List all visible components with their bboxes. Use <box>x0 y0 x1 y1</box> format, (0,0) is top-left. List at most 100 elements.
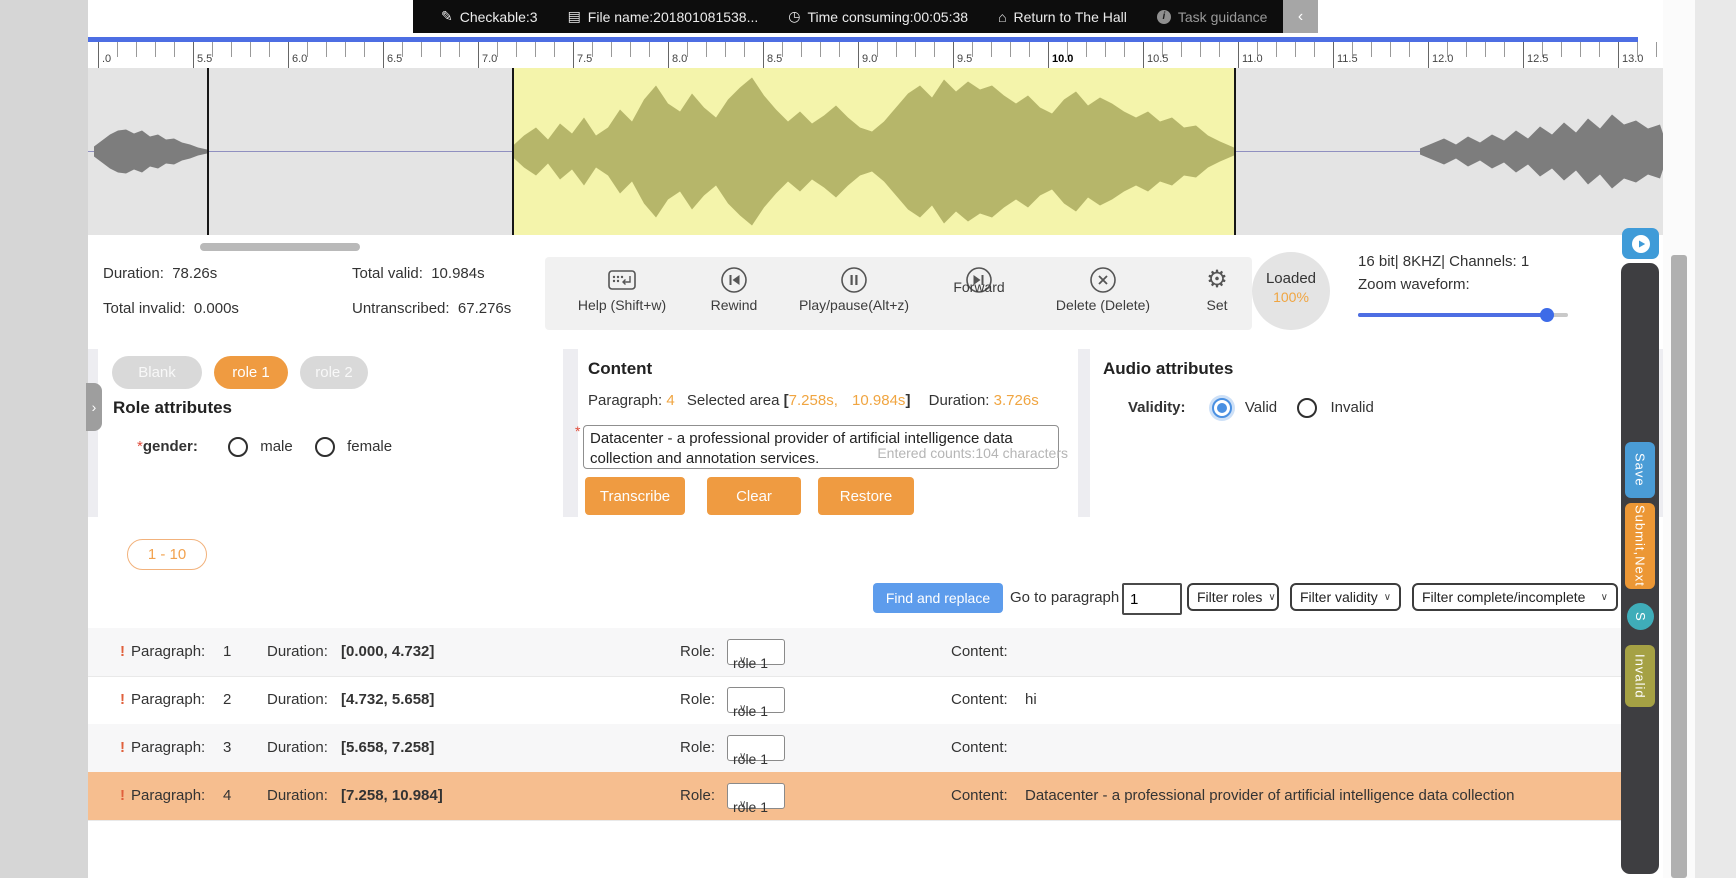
total-invalid-stat: Total invalid: 0.000s <box>103 300 239 317</box>
delete-icon <box>1038 265 1168 295</box>
slider-fill <box>1358 313 1547 317</box>
tab-role-2[interactable]: role 2 <box>300 356 368 389</box>
info-icon: i <box>1157 10 1171 24</box>
table-row-selected[interactable]: ! Paragraph:4 Duration:[7.258, 10.984] R… <box>88 772 1621 821</box>
role-select[interactable]: role 1∨ <box>727 783 785 809</box>
warning-mark: ! <box>120 643 125 660</box>
male-label: male <box>260 438 293 455</box>
audio-format-info: 16 bit| 8KHZ| Channels: 1 <box>1358 253 1529 270</box>
chevron-down-icon: ∨ <box>739 703 746 714</box>
save-button[interactable]: Save <box>1625 442 1655 498</box>
loaded-percent: 100% <box>1252 289 1330 305</box>
required-mark: * <box>575 423 580 439</box>
role-panel: Blank role 1 role 2 Role attributes *gen… <box>98 349 563 517</box>
warning-mark: ! <box>120 787 125 804</box>
panel-expander-tab[interactable]: › <box>86 383 102 431</box>
invalid-button[interactable]: Invalid <box>1625 645 1655 707</box>
time-consuming-status: ◷ Time consuming:00:05:38 <box>788 8 968 25</box>
zoom-waveform-slider[interactable] <box>1358 308 1568 322</box>
content-panel: Content Paragraph: 4 Selected area [7.25… <box>578 349 1078 517</box>
file-name-status: ▤ File name:201801081538... <box>568 8 759 25</box>
pagination-badge[interactable]: 1 - 10 <box>127 539 207 570</box>
desktop-background <box>1695 0 1736 878</box>
checkable-status: ✎ Checkable:3 <box>441 8 538 25</box>
task-guidance-link[interactable]: i Task guidance <box>1157 9 1268 25</box>
role-select[interactable]: role 1∨ <box>727 735 785 761</box>
clear-button[interactable]: Clear <box>707 477 801 515</box>
gender-row: *gender: male female <box>137 437 392 457</box>
slider-knob[interactable] <box>1540 308 1554 322</box>
selection-start-handle[interactable] <box>512 68 514 235</box>
collapse-topbar-button[interactable]: ‹ <box>1283 0 1318 33</box>
rewind-button[interactable]: Rewind <box>669 265 799 313</box>
selection-duration: 3.726s <box>994 392 1039 409</box>
goto-paragraph-input[interactable] <box>1122 583 1182 615</box>
pause-icon <box>789 265 919 295</box>
filter-roles-select[interactable]: Filter roles∨ <box>1187 583 1279 611</box>
pencil-icon: ✎ <box>441 8 453 25</box>
validity-row: Validity: Valid Invalid <box>1128 398 1374 418</box>
play-pause-button[interactable]: Play/pause(Alt+z) <box>789 265 919 313</box>
warning-mark: ! <box>120 739 125 756</box>
invalid-radio[interactable] <box>1297 398 1317 418</box>
waveform-area[interactable] <box>88 68 1663 235</box>
float-play-button[interactable] <box>1622 228 1659 259</box>
file-name-label: File name:201801081538... <box>588 9 758 25</box>
submit-next-button[interactable]: Submit,Next <box>1625 503 1655 589</box>
clock-icon: ◷ <box>788 8 800 25</box>
content-heading: Content <box>588 359 652 379</box>
filter-complete-select[interactable]: Filter complete/incomplete∨ <box>1412 583 1618 611</box>
chevron-down-icon: ∨ <box>1384 592 1391 603</box>
duration-stat: Duration: 78.26s <box>103 265 217 282</box>
forward-button[interactable]: Forward <box>914 265 1044 295</box>
selection-end-handle[interactable] <box>1234 68 1236 235</box>
return-hall-label: Return to The Hall <box>1014 9 1127 25</box>
return-hall-link[interactable]: ⌂ Return to The Hall <box>998 9 1127 25</box>
range-end: 10.984s <box>852 392 905 409</box>
male-radio[interactable] <box>228 437 248 457</box>
avatar[interactable]: S <box>1627 603 1654 630</box>
loaded-badge: Loaded 100% <box>1252 252 1330 330</box>
chevron-down-icon: ∨ <box>739 751 746 762</box>
tab-blank[interactable]: Blank <box>112 356 202 389</box>
task-guidance-label: Task guidance <box>1178 9 1268 25</box>
play-icon <box>1631 234 1651 254</box>
tab-role-1[interactable]: role 1 <box>214 356 288 389</box>
transcribe-button[interactable]: Transcribe <box>585 477 685 515</box>
goto-paragraph-label: Go to paragraph <box>1010 589 1119 606</box>
chevron-down-icon: ∨ <box>1268 592 1275 603</box>
paragraph-number: 4 <box>666 392 674 409</box>
timeline-ruler[interactable]: .05.56.06.57.07.58.08.59.09.510.010.511.… <box>88 42 1663 68</box>
loaded-label: Loaded <box>1252 270 1330 287</box>
chevron-right-icon: › <box>92 399 97 415</box>
filter-validity-select[interactable]: Filter validity∨ <box>1290 583 1401 611</box>
table-row[interactable]: ! Paragraph:1 Duration:[0.000, 4.732] Ro… <box>88 628 1621 677</box>
restore-button[interactable]: Restore <box>818 477 914 515</box>
find-and-replace-button[interactable]: Find and replace <box>873 583 1003 613</box>
table-row[interactable]: ! Paragraph:2 Duration:[4.732, 5.658] Ro… <box>88 676 1621 725</box>
female-label: female <box>347 438 392 455</box>
chevron-left-icon: ‹ <box>1298 8 1303 26</box>
invalid-label: Invalid <box>1330 399 1373 416</box>
role-select[interactable]: role 1∨ <box>727 639 785 665</box>
waveform-scrollbar[interactable] <box>200 243 360 251</box>
female-radio[interactable] <box>315 437 335 457</box>
untranscribed-stat: Untranscribed: 67.276s <box>352 300 511 317</box>
audio-panel: Audio attributes Validity: Valid Invalid <box>1090 349 1622 517</box>
range-start: 7.258s, <box>789 392 838 409</box>
time-consuming-label: Time consuming:00:05:38 <box>807 9 968 25</box>
vertical-scrollbar[interactable] <box>1671 255 1687 878</box>
paragraph-info-line: Paragraph: 4 Selected area [7.258s, 10.9… <box>588 392 1039 409</box>
role-attributes-heading: Role attributes <box>113 398 232 418</box>
file-icon: ▤ <box>568 8 581 25</box>
valid-radio[interactable] <box>1212 398 1232 418</box>
table-row[interactable]: ! Paragraph:3 Duration:[5.658, 7.258] Ro… <box>88 724 1621 773</box>
transport-panel: Help (Shift+w) Rewind Play/pause(Alt+z) … <box>545 257 1252 330</box>
role-select[interactable]: role 1∨ <box>727 687 785 713</box>
delete-button[interactable]: Delete (Delete) <box>1038 265 1168 313</box>
help-button[interactable]: Help (Shift+w) <box>557 265 687 313</box>
home-icon: ⌂ <box>998 9 1006 25</box>
playback-cursor[interactable] <box>207 68 209 235</box>
waveform-svg <box>88 68 1663 235</box>
checkable-label: Checkable:3 <box>460 9 538 25</box>
